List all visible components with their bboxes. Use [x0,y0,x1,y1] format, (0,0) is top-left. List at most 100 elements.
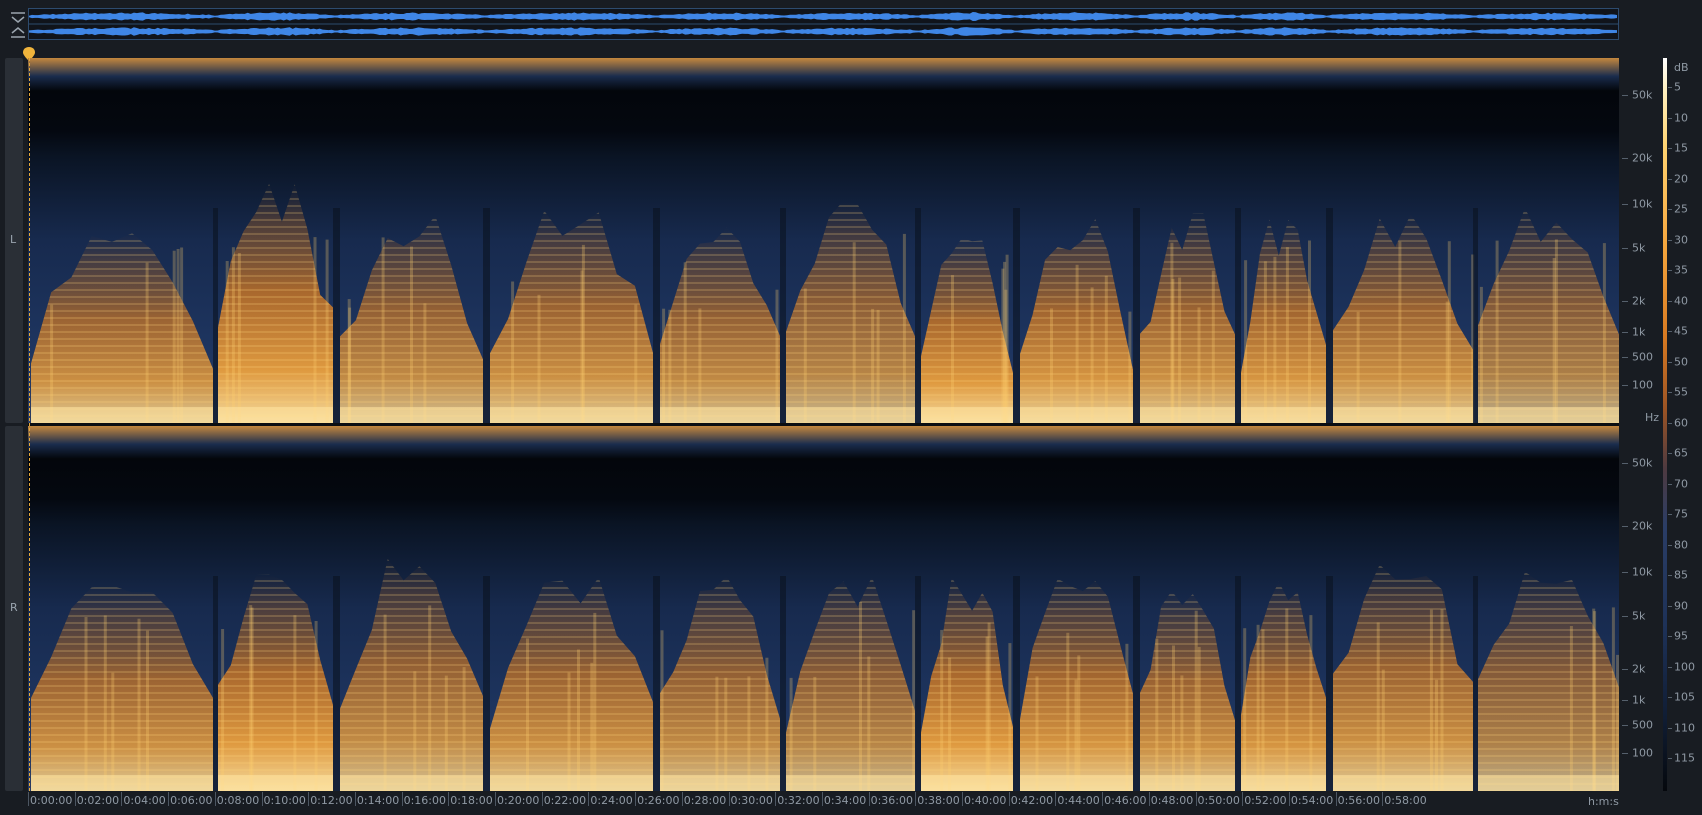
frequency-tick [1622,95,1628,96]
db-tick [1668,727,1672,729]
db-tick [1668,666,1672,668]
chevron-expand-icon [11,27,25,38]
time-tick [635,792,637,806]
db-label: 80 [1674,538,1688,551]
time-label: 0:34:00 [823,794,867,807]
db-tick [1668,178,1672,180]
time-tick [354,792,356,806]
time-label: 0:24:00 [590,794,633,807]
waveform-overview[interactable] [28,8,1619,40]
time-ruler[interactable]: 0:00:00 0:02:00 0:04:00 0:06:00 0:08:00 0:10:… [28,792,1619,815]
db-tick [1668,636,1672,637]
time-tick [308,792,310,806]
time-tick [962,792,963,806]
db-label: 45 [1674,324,1688,338]
db-tick [1668,270,1672,271]
frequency-tick [1622,385,1628,386]
time-tick [448,792,450,806]
db-tick [1668,87,1672,88]
waveform-overview-graphic [29,12,1618,36]
time-tick [1288,792,1290,806]
db-tick [1668,422,1672,424]
db-label: 60 [1674,416,1688,429]
time-tick [775,792,777,806]
frequency-tick [1622,332,1628,333]
frequency-tick [1622,616,1628,617]
time-label: 0:08:00 [216,794,260,807]
time-label: 0:00:00 [30,794,73,807]
time-label: 0:14:00 [356,794,400,807]
time-label: 0:58:00 [1384,794,1427,807]
time-tick [588,792,590,806]
time-tick [74,792,76,806]
time-label: 0:30:00 [730,794,773,807]
time-tick [1335,792,1337,806]
db-label: 85 [1674,568,1688,582]
db-tick [1668,514,1672,515]
spectrogram-right-graphic [28,426,1619,791]
frequency-label: 100 [1632,378,1653,392]
time-label: 0:28:00 [683,794,727,807]
time-label: 0:40:00 [964,794,1007,807]
db-label: 10 [1674,111,1688,124]
time-label: 0:44:00 [1057,794,1100,807]
time-tick [28,792,29,806]
time-label: 0:04:00 [123,794,166,807]
time-tick [1382,792,1384,806]
time-tick [1008,792,1010,806]
frequency-label: 500 [1632,718,1653,732]
db-tick [1668,331,1672,332]
collapse-overview-button[interactable] [8,11,28,25]
db-tick [1668,361,1672,363]
db-tick [1668,392,1672,393]
time-label: 0:46:00 [1104,794,1147,807]
frequency-tick [1622,669,1628,670]
time-label: 0:12:00 [310,794,353,807]
frequency-tick [1622,526,1628,527]
spectrogram-left-graphic [28,58,1619,423]
frequency-label: 10k [1632,197,1653,211]
time-tick [868,792,870,806]
frequency-label: 20k [1632,151,1653,165]
channel-label-right: R [10,601,18,614]
db-label: 35 [1674,263,1688,277]
db-tick [1668,239,1672,241]
db-tick [1668,544,1672,546]
frequency-tick [1622,463,1628,464]
expand-overview-button[interactable] [8,25,28,39]
db-label: 90 [1674,599,1688,612]
spectrogram-left-channel[interactable] [28,58,1619,423]
frequency-tick [1622,301,1628,302]
spectrogram-right-channel[interactable] [28,426,1619,791]
time-label: 0:16:00 [403,794,446,807]
db-unit-label: dB [1674,61,1689,74]
frequency-tick [1622,700,1628,701]
frequency-tick [1622,204,1628,205]
time-label: 0:06:00 [170,794,213,807]
db-tick [1668,117,1672,119]
time-label: 0:38:00 [917,794,960,807]
time-unit-label: h:m:s [1588,795,1619,808]
db-tick [1668,148,1672,149]
frequency-tick [1622,248,1628,249]
frequency-tick [1622,357,1628,358]
time-tick [121,792,123,806]
frequency-tick [1622,753,1628,754]
db-tick [1668,605,1672,607]
frequency-tick [1622,572,1628,573]
time-tick [1242,792,1244,806]
frequency-tick [1622,725,1628,726]
db-color-scale [1663,58,1667,791]
time-label: 0:54:00 [1290,794,1334,807]
time-label: 0:02:00 [76,794,120,807]
time-tick [728,792,730,806]
db-tick [1668,697,1672,698]
db-label: 15 [1674,141,1688,155]
time-label: 0:52:00 [1244,794,1287,807]
time-tick [495,792,496,806]
time-tick [915,792,917,806]
time-tick [541,792,543,806]
db-tick [1668,453,1672,454]
frequency-label: 2k [1632,294,1646,308]
time-label: 0:22:00 [543,794,587,807]
